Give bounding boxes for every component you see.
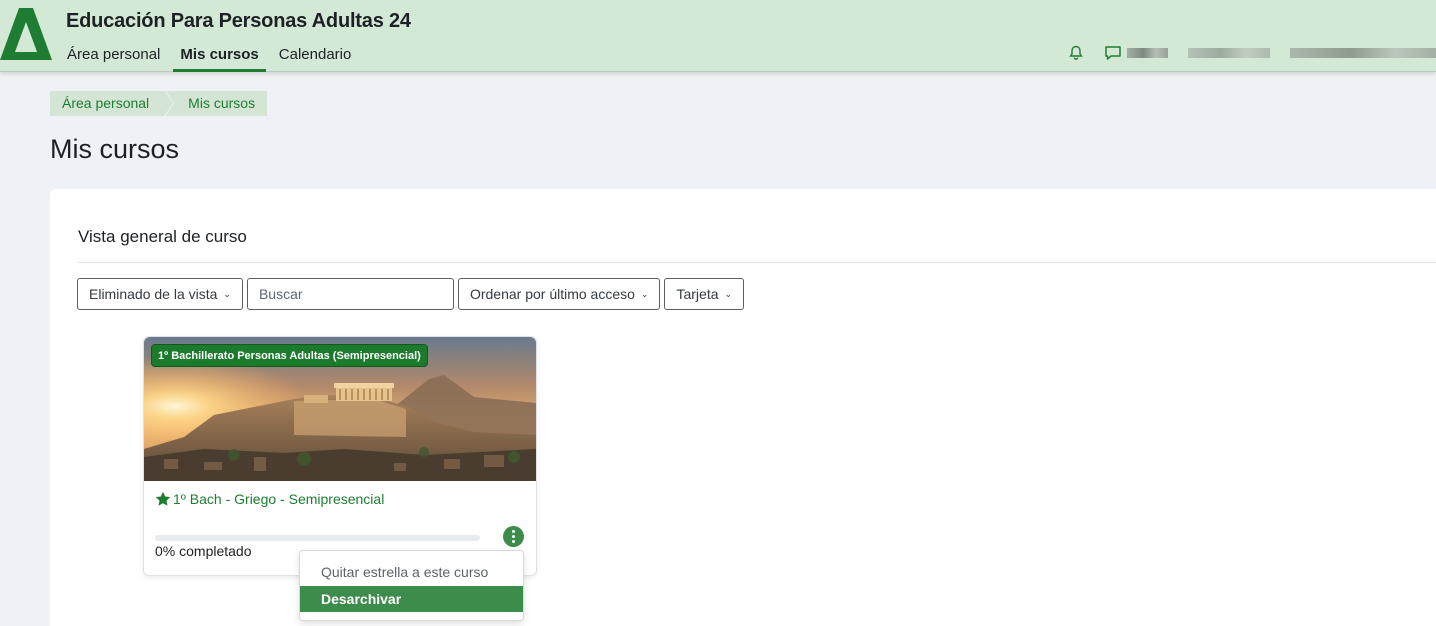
breadcrumb: Área personal Mis cursos	[50, 91, 268, 116]
site-name[interactable]: Educación Para Personas Adultas 24	[66, 10, 411, 33]
breadcrumb-area-personal[interactable]: Área personal	[50, 91, 174, 116]
breadcrumb-mis-cursos[interactable]: Mis cursos	[166, 91, 268, 116]
block-title: Vista general de curso	[78, 227, 247, 246]
chevron-down-icon: ⌄	[724, 288, 733, 299]
chevron-down-icon: ⌄	[223, 288, 231, 299]
course-actions-dropdown: Quitar estrella a este curso Desarchivar	[299, 550, 524, 621]
course-card: 1º Bachillerato Personas Adultas (Semipr…	[143, 336, 537, 576]
sort-dropdown[interactable]: Ordenar por último acceso ⌄	[457, 278, 661, 310]
chat-icon[interactable]	[1103, 43, 1123, 63]
primary-nav: Área personal Mis cursos Calendario	[60, 40, 358, 72]
bell-icon[interactable]	[1066, 43, 1086, 63]
search-placeholder: Buscar	[258, 286, 303, 302]
course-overview-block: Vista general de curso Eliminado de la v…	[50, 189, 1436, 626]
course-actions-menu-button[interactable]	[503, 526, 524, 547]
view-mode-dropdown[interactable]: Tarjeta ⌄	[664, 278, 745, 310]
course-image[interactable]: 1º Bachillerato Personas Adultas (Semipr…	[144, 337, 536, 481]
nav-calendario[interactable]: Calendario	[272, 40, 359, 72]
star-icon	[155, 491, 171, 506]
course-progress-bar	[155, 535, 480, 541]
redacted-user-info	[1127, 48, 1168, 58]
page-title: Mis cursos	[50, 134, 180, 164]
user-nav	[1066, 42, 1436, 64]
grouping-filter-label: Eliminado de la vista	[89, 286, 218, 302]
search-input[interactable]: Buscar	[246, 278, 454, 310]
grouping-filter-dropdown[interactable]: Eliminado de la vista ⌄	[77, 278, 243, 310]
redacted-user-info	[1188, 48, 1270, 58]
junta-andalucia-logo[interactable]	[0, 8, 52, 60]
nav-area-personal[interactable]: Área personal	[60, 40, 167, 72]
course-progress-text: 0% completado	[155, 543, 252, 559]
chevron-down-icon: ⌄	[640, 288, 649, 299]
course-name-link[interactable]: 1º Bach - Griego - Semipresencial	[173, 491, 384, 507]
nav-mis-cursos[interactable]: Mis cursos	[173, 40, 266, 72]
sort-label: Ordenar por último acceso	[469, 286, 635, 302]
menu-item-unarchive[interactable]: Desarchivar	[300, 586, 523, 612]
menu-item-unstar[interactable]: Quitar estrella a este curso	[300, 559, 523, 585]
divider	[78, 262, 1436, 263]
course-name-row: 1º Bach - Griego - Semipresencial	[155, 491, 384, 507]
view-mode-label: Tarjeta	[676, 286, 719, 302]
course-overview-controls: Eliminado de la vista ⌄ Buscar Ordenar p…	[77, 278, 748, 310]
redacted-user-avatar[interactable]	[1290, 48, 1436, 58]
course-category-badge: 1º Bachillerato Personas Adultas (Semipr…	[151, 344, 428, 367]
navbar: Educación Para Personas Adultas 24 Área …	[0, 0, 1436, 72]
